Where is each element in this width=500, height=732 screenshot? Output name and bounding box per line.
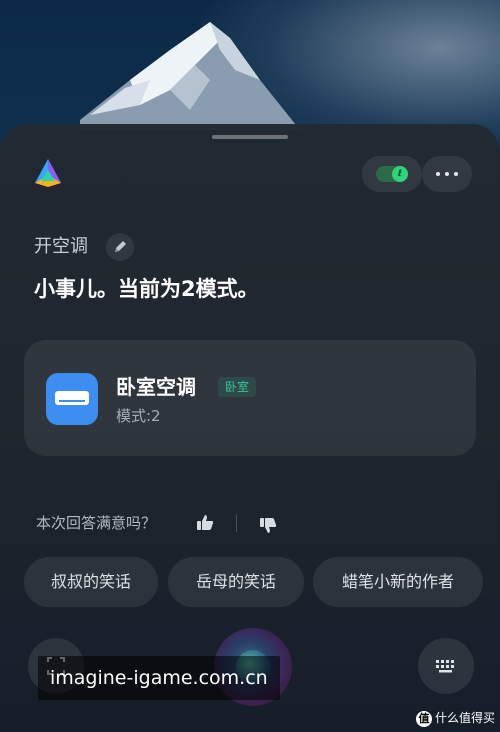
corner-text: 什么值得买 — [435, 711, 496, 725]
device-toggle-button[interactable]: ℓ — [362, 156, 422, 192]
air-conditioner-icon — [46, 373, 98, 425]
suggestion-chip[interactable]: 岳母的笑话 — [168, 557, 304, 607]
thumbs-up-icon[interactable] — [195, 513, 215, 533]
toggle-track: ℓ — [376, 166, 408, 182]
device-card[interactable]: 卧室空调 卧室 模式:2 — [24, 340, 476, 456]
site-watermark: imagine-igame.com.cn — [38, 656, 280, 700]
device-status: 模式:2 — [116, 407, 161, 425]
assistant-answer: 小事儿。当前为2模式。 — [34, 277, 259, 301]
keyboard-icon — [436, 660, 454, 673]
thumbs-down-icon[interactable] — [258, 515, 278, 535]
edit-query-button[interactable] — [106, 233, 134, 261]
assistant-logo-icon — [35, 159, 61, 187]
suggestion-chip[interactable]: 叔叔的笑话 — [24, 557, 158, 607]
feedback-divider — [236, 514, 237, 532]
corner-watermark: 值什么值得买 — [416, 708, 495, 728]
more-dots-icon — [436, 172, 458, 176]
more-button[interactable] — [422, 156, 472, 192]
drag-handle[interactable] — [212, 135, 288, 139]
user-query: 开空调 — [34, 236, 88, 257]
suggestion-chip[interactable]: 蜡笔小新的作者 — [313, 557, 483, 607]
keyboard-button[interactable] — [418, 638, 474, 694]
device-name: 卧室空调 — [116, 375, 196, 399]
pencil-icon — [115, 241, 126, 252]
feedback-question: 本次回答满意吗？ — [36, 514, 157, 532]
corner-mark: 值 — [416, 710, 432, 727]
room-badge: 卧室 — [218, 377, 257, 397]
toggle-knob: ℓ — [392, 166, 408, 182]
